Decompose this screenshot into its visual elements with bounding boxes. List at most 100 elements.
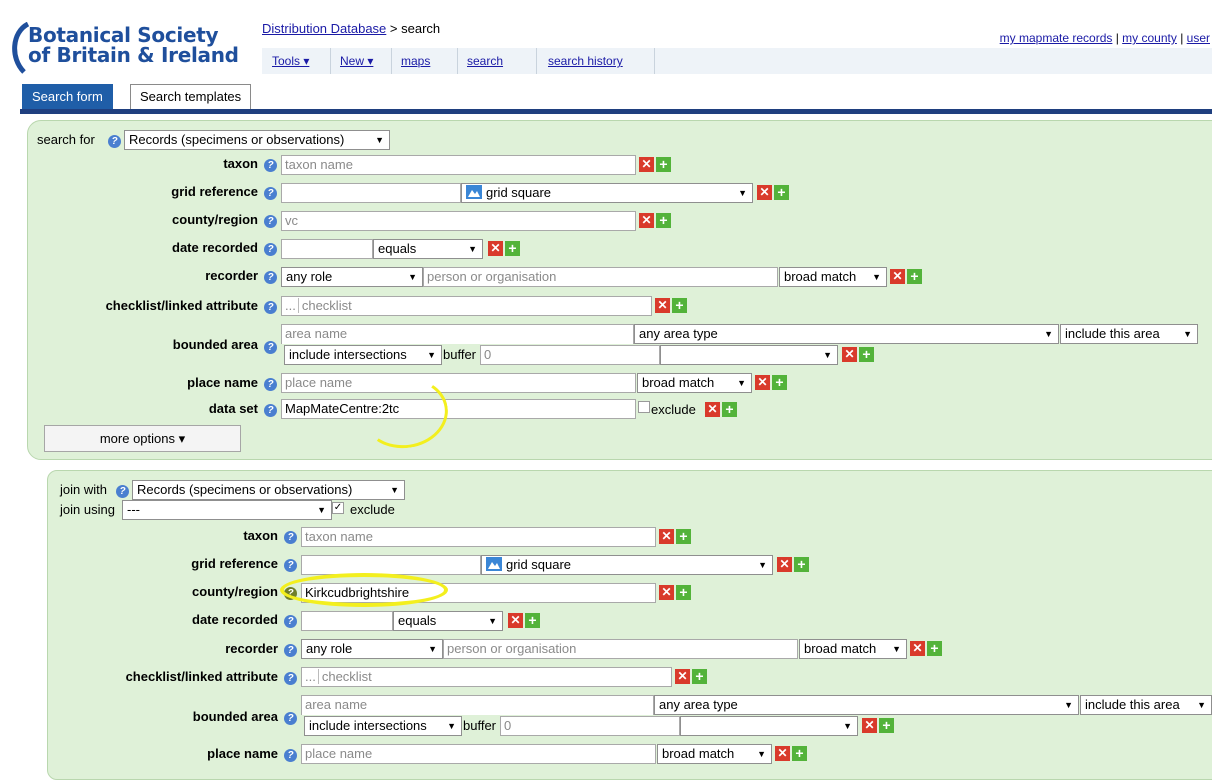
remove-icon[interactable]: ✕ [639, 157, 654, 172]
help-icon[interactable]: ? [264, 215, 277, 228]
remove-icon[interactable]: ✕ [705, 402, 720, 417]
remove-icon[interactable]: ✕ [862, 718, 877, 733]
exclude-checkbox[interactable] [638, 401, 650, 413]
add-icon[interactable]: + [656, 213, 671, 228]
add-icon[interactable]: + [525, 613, 540, 628]
add-icon[interactable]: + [879, 718, 894, 733]
add-icon[interactable]: + [676, 585, 691, 600]
remove-icon[interactable]: ✕ [675, 669, 690, 684]
add-icon[interactable]: + [859, 347, 874, 362]
help-icon[interactable]: ? [284, 749, 297, 762]
checklist-browse-button[interactable]: ... [305, 669, 319, 684]
grid-reference-input[interactable] [281, 183, 461, 203]
include-area-select[interactable]: include this area ▼ [1080, 695, 1212, 715]
add-icon[interactable]: + [792, 746, 807, 761]
area-type-select[interactable]: any area type ▼ [654, 695, 1079, 715]
help-icon[interactable]: ? [284, 531, 297, 544]
remove-icon[interactable]: ✕ [659, 585, 674, 600]
site-logo[interactable]: Botanical Society of Britain & Ireland [28, 25, 239, 65]
intersections-select[interactable]: include intersections ▼ [284, 345, 442, 365]
remove-icon[interactable]: ✕ [910, 641, 925, 656]
checklist-browse-button[interactable]: ... [285, 298, 299, 313]
nav-maps-link[interactable]: maps [391, 48, 440, 74]
remove-icon[interactable]: ✕ [757, 185, 772, 200]
recorder-role-select[interactable]: any role ▼ [301, 639, 443, 659]
grid-reference-input[interactable] [301, 555, 481, 575]
help-icon[interactable]: ? [264, 271, 277, 284]
help-icon[interactable]: ? [284, 559, 297, 572]
place-match-select[interactable]: broad match ▼ [657, 744, 772, 764]
place-match-select[interactable]: broad match ▼ [637, 373, 752, 393]
add-icon[interactable]: + [676, 529, 691, 544]
tab-search-templates[interactable]: Search templates [130, 84, 252, 109]
recorder-input[interactable]: person or organisation [423, 267, 778, 287]
help-icon[interactable]: ? [284, 672, 297, 685]
buffer-unit-select[interactable]: ▼ [680, 716, 858, 736]
checklist-input[interactable]: ... checklist [281, 296, 652, 316]
remove-icon[interactable]: ✕ [777, 557, 792, 572]
taxon-input[interactable]: taxon name [281, 155, 636, 175]
help-icon[interactable]: ? [264, 341, 277, 354]
add-icon[interactable]: + [656, 157, 671, 172]
data-set-input[interactable]: MapMateCentre:2tc [281, 399, 636, 419]
checklist-input[interactable]: ... checklist [301, 667, 672, 687]
date-operator-select[interactable]: equals ▼ [393, 611, 503, 631]
join-with-select[interactable]: Records (specimens or observations) ▼ [132, 480, 405, 500]
recorder-match-select[interactable]: broad match ▼ [779, 267, 887, 287]
help-icon[interactable]: ? [284, 615, 297, 628]
help-icon[interactable]: ? [264, 301, 277, 314]
buffer-unit-select[interactable]: ▼ [660, 345, 838, 365]
buffer-input[interactable]: 0 [480, 345, 660, 365]
join-using-select[interactable]: --- ▼ [122, 500, 332, 520]
add-icon[interactable]: + [794, 557, 809, 572]
recorder-match-select[interactable]: broad match ▼ [799, 639, 907, 659]
date-recorded-input[interactable] [301, 611, 393, 631]
add-icon[interactable]: + [927, 641, 942, 656]
remove-icon[interactable]: ✕ [508, 613, 523, 628]
recorder-role-select[interactable]: any role ▼ [281, 267, 423, 287]
help-icon[interactable]: ? [264, 187, 277, 200]
help-icon[interactable]: ? [264, 378, 277, 391]
add-icon[interactable]: + [774, 185, 789, 200]
grid-square-select[interactable]: grid square ▼ [461, 183, 753, 203]
date-operator-select[interactable]: equals ▼ [373, 239, 483, 259]
buffer-input[interactable]: 0 [500, 716, 680, 736]
help-icon[interactable]: ? [284, 644, 297, 657]
nav-new-menu[interactable]: New ▾ [330, 48, 383, 74]
place-name-input[interactable]: place name [281, 373, 636, 393]
nav-search-link[interactable]: search [457, 48, 513, 74]
add-icon[interactable]: + [907, 269, 922, 284]
intersections-select[interactable]: include intersections ▼ [304, 716, 462, 736]
area-name-input[interactable]: area name [301, 695, 654, 715]
my-mapmate-records-link[interactable]: my mapmate records [1000, 31, 1113, 45]
exclude-checkbox[interactable]: ✓ [332, 502, 344, 514]
help-icon[interactable]: ? [264, 159, 277, 172]
search-for-select[interactable]: Records (specimens or observations) ▼ [124, 130, 390, 150]
help-icon[interactable]: ? [264, 404, 277, 417]
add-icon[interactable]: + [722, 402, 737, 417]
remove-icon[interactable]: ✕ [842, 347, 857, 362]
county-region-input[interactable]: vc [281, 211, 636, 231]
nav-search-history-link[interactable]: search history [538, 48, 633, 74]
user-link[interactable]: user [1187, 31, 1210, 45]
taxon-input[interactable]: taxon name [301, 527, 656, 547]
help-icon[interactable]: ? [108, 135, 121, 148]
more-options-button[interactable]: more options ▾ [44, 425, 241, 452]
remove-icon[interactable]: ✕ [639, 213, 654, 228]
help-icon[interactable]: ? [116, 485, 129, 498]
tab-search-form[interactable]: Search form [22, 84, 113, 109]
remove-icon[interactable]: ✕ [488, 241, 503, 256]
my-county-link[interactable]: my county [1122, 31, 1177, 45]
help-icon[interactable]: ? [264, 243, 277, 256]
add-icon[interactable]: + [672, 298, 687, 313]
remove-icon[interactable]: ✕ [655, 298, 670, 313]
help-icon[interactable]: ? [284, 712, 297, 725]
area-name-input[interactable]: area name [281, 324, 634, 344]
remove-icon[interactable]: ✕ [775, 746, 790, 761]
remove-icon[interactable]: ✕ [755, 375, 770, 390]
add-icon[interactable]: + [772, 375, 787, 390]
recorder-input[interactable]: person or organisation [443, 639, 798, 659]
place-name-input[interactable]: place name [301, 744, 656, 764]
remove-icon[interactable]: ✕ [890, 269, 905, 284]
grid-square-select[interactable]: grid square ▼ [481, 555, 773, 575]
